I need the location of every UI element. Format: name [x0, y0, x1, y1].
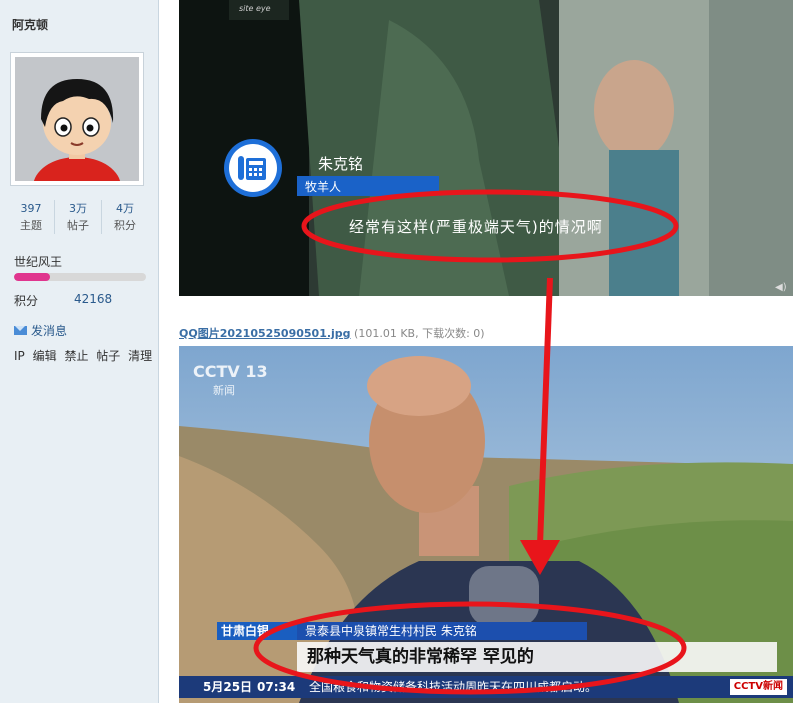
- user-stats: 397 主题 3万 帖子 4万 积分: [8, 200, 148, 234]
- ticker-logo: CCTV新闻: [729, 679, 787, 695]
- stat-posts[interactable]: 3万 帖子: [55, 200, 102, 234]
- avatar[interactable]: [10, 52, 144, 186]
- attachment-filename[interactable]: QQ图片20210525090501.jpg: [179, 327, 351, 340]
- channel-logo: CCTV 13: [193, 362, 268, 381]
- channel-sub: 新闻: [213, 384, 235, 397]
- attachment-meta: (101.01 KB, 下载次数: 0): [350, 327, 485, 340]
- rank-progress-bar: [14, 273, 146, 281]
- tool-clean[interactable]: 清理: [128, 349, 152, 363]
- avatar-image: [33, 79, 121, 181]
- tool-ip[interactable]: IP: [14, 349, 25, 363]
- name-line: 景泰县中泉镇常生村村民 朱克铭: [297, 622, 587, 640]
- speaker-icon: ◀): [775, 282, 787, 293]
- send-message-label: 发消息: [31, 324, 68, 338]
- username[interactable]: 阿克顿: [12, 16, 48, 33]
- points-label: 积分: [14, 294, 39, 308]
- subtitle-1: 经常有这样(严重极端天气)的情况啊: [349, 218, 603, 236]
- phone-icon: [224, 139, 282, 197]
- speaker-role: 牧羊人: [305, 180, 342, 194]
- stat-points[interactable]: 4万 积分: [102, 200, 148, 234]
- mail-icon: [14, 326, 27, 335]
- post-image-2[interactable]: CCTV 13 新闻 甘肃白银 景泰县中泉镇常生村村民 朱克铭 那种天气真的非常…: [179, 346, 793, 703]
- rank-progress-fill: [14, 273, 50, 281]
- stat-topics[interactable]: 397 主题: [8, 200, 55, 234]
- site-eye-logo: site eye: [239, 4, 271, 13]
- ticker-text: 全国粮食和物资储备科技活动周昨天在四川成都启动。: [309, 680, 598, 694]
- send-message-link[interactable]: 发消息: [14, 322, 67, 339]
- post-image-1[interactable]: site eye 朱克铭 牧羊人 经常有这样(严重极端天气)的情况啊 ◀): [179, 0, 793, 296]
- tool-edit[interactable]: 编辑: [33, 349, 57, 363]
- ticker-time: 07:34: [257, 680, 296, 694]
- points-row: 积分 42168: [14, 292, 112, 309]
- quote-caption: 那种天气真的非常稀罕 罕见的: [297, 642, 777, 672]
- location-tag: 甘肃白银: [217, 622, 297, 640]
- points-value: 42168: [74, 292, 113, 306]
- admin-tools: IP 编辑 禁止 帖子 清理: [14, 347, 156, 364]
- tool-ban[interactable]: 禁止: [64, 349, 88, 363]
- attachment-caption: QQ图片20210525090501.jpg (101.01 KB, 下载次数:…: [179, 325, 485, 341]
- rank-title: 世纪风王: [14, 255, 63, 269]
- speaker-name: 朱克铭: [318, 155, 364, 173]
- tool-posts[interactable]: 帖子: [96, 349, 120, 363]
- user-sidebar: 阿克顿 397 主题 3万 帖子 4万 积分 世纪风王 积分 42168 发消息…: [0, 0, 159, 703]
- ticker-date: 5月25日: [203, 680, 253, 694]
- news-ticker: 5月25日 07:34 全国粮食和物资储备科技活动周昨天在四川成都启动。 CCT…: [179, 676, 793, 698]
